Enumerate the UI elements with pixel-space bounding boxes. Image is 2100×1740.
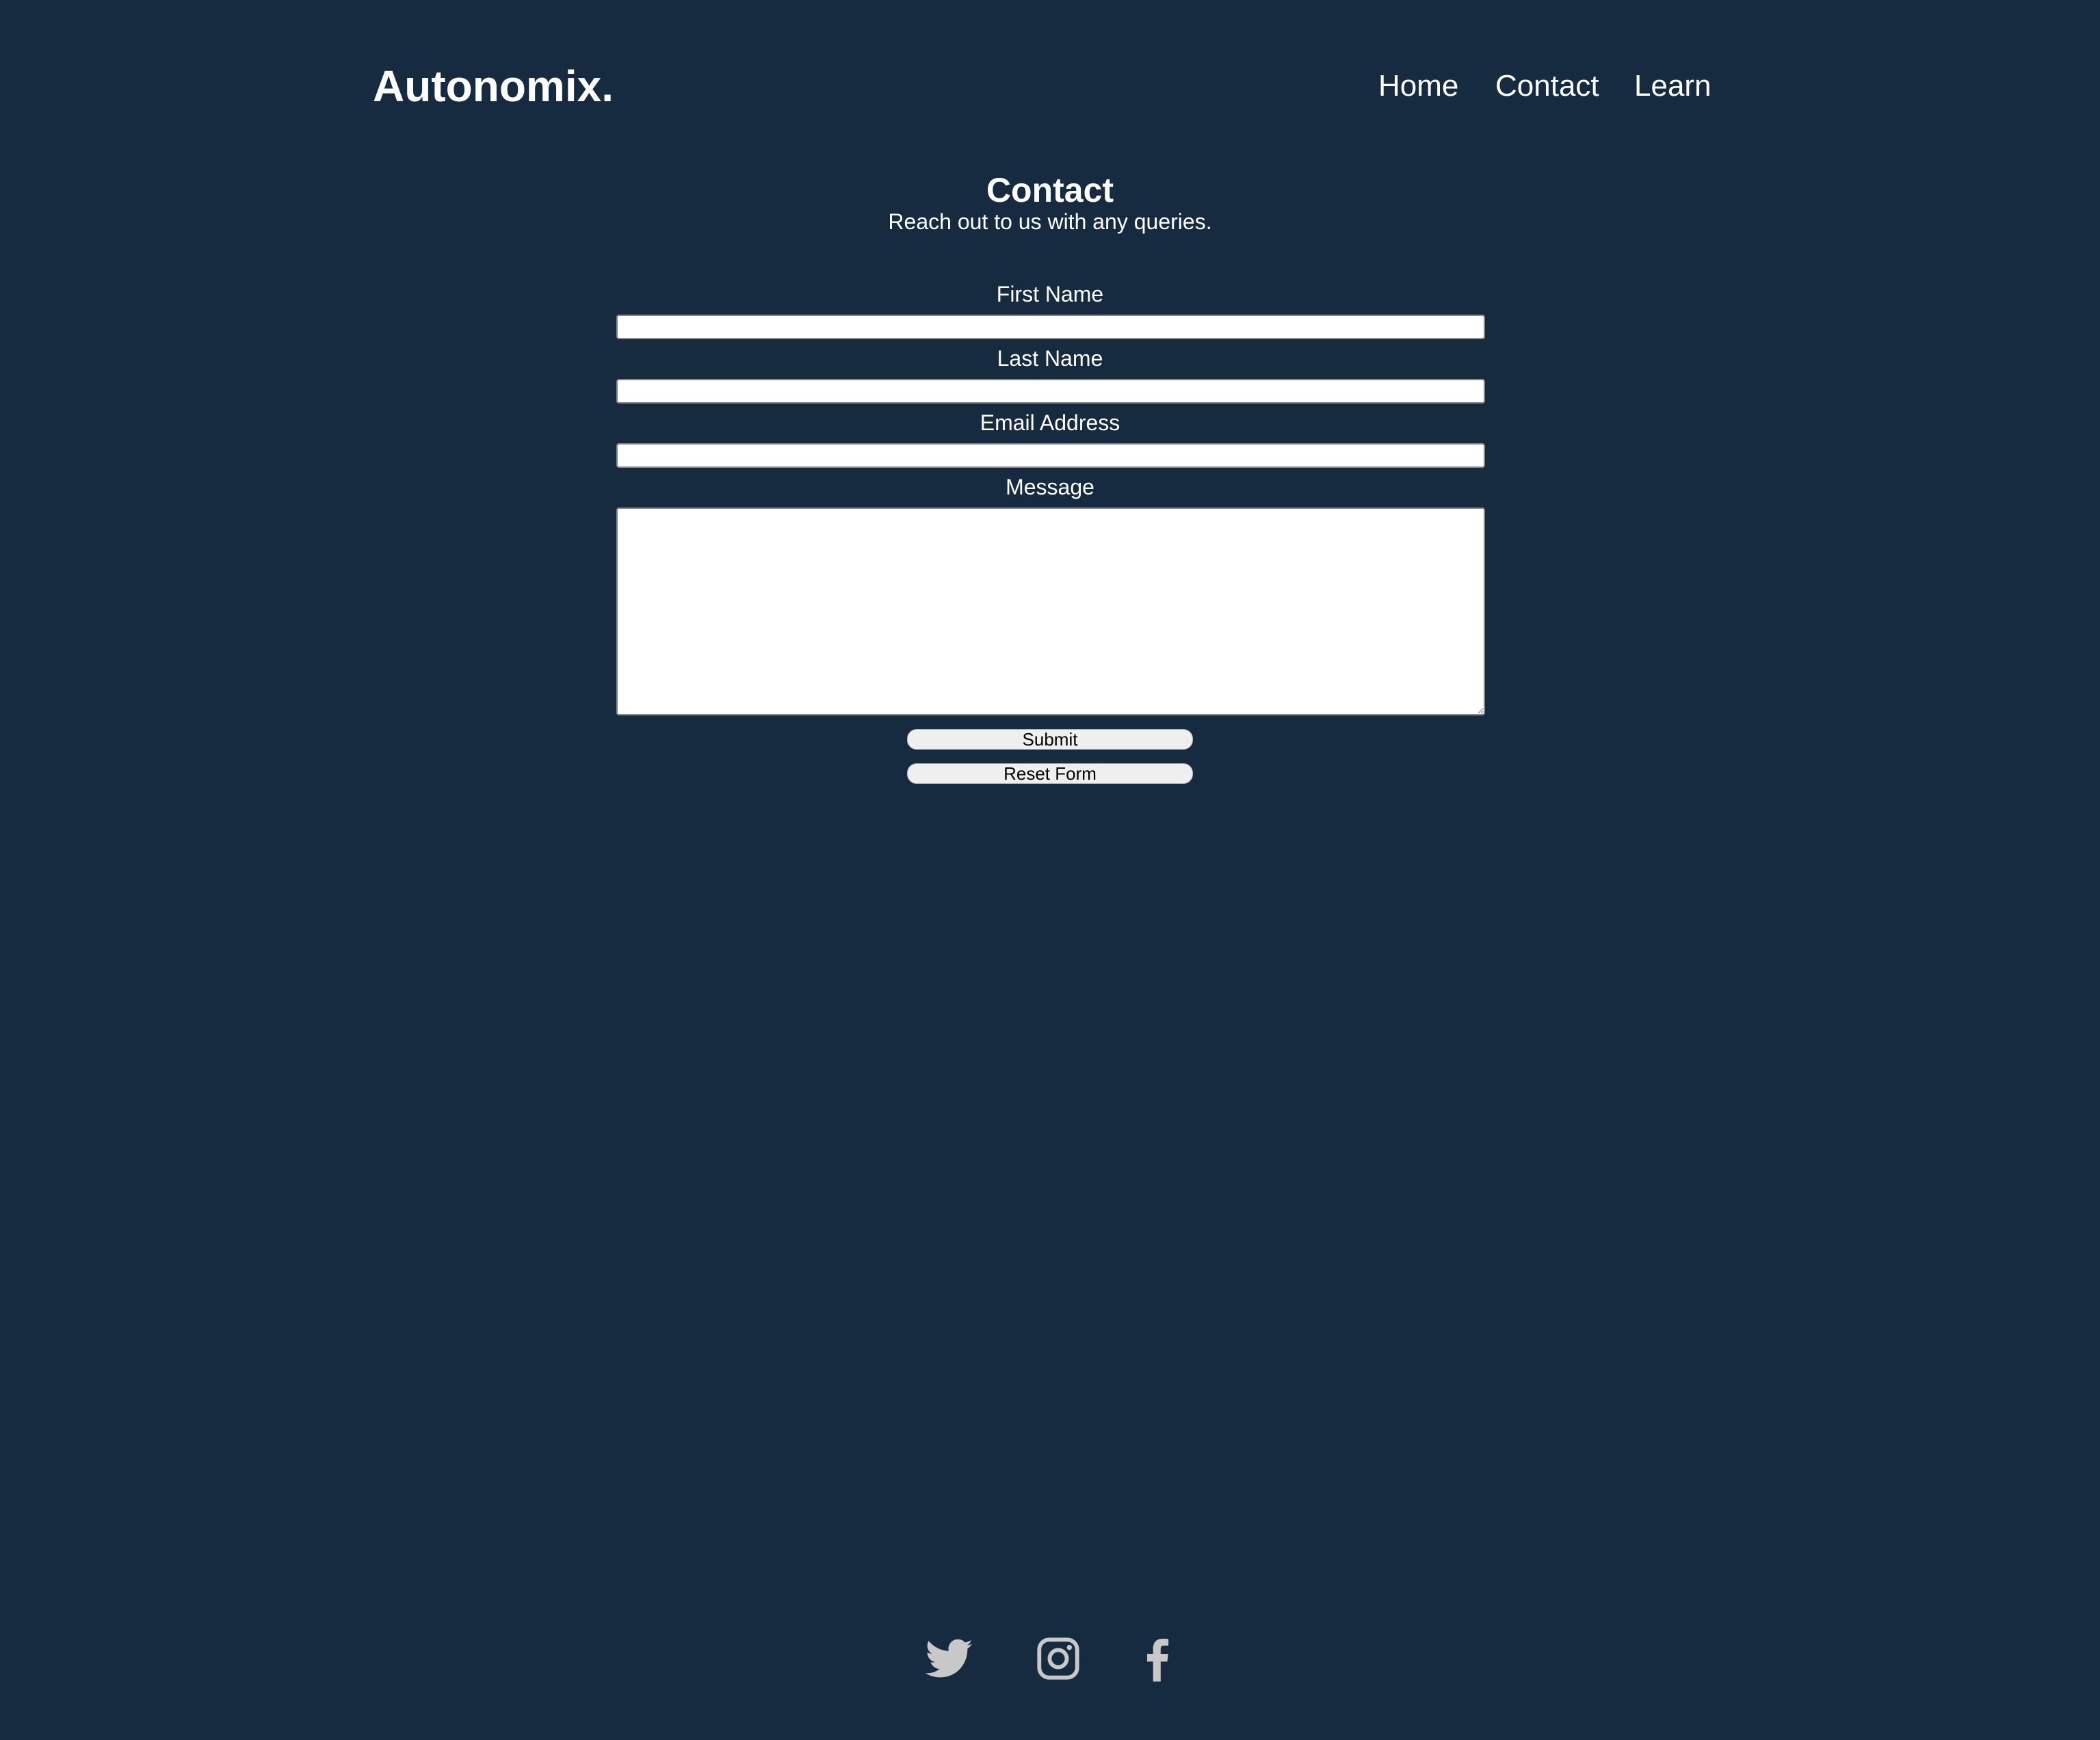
last-name-input[interactable]: [616, 379, 1485, 404]
nav-link-contact[interactable]: Contact: [1495, 66, 1599, 107]
instagram-link[interactable]: [1034, 1635, 1082, 1683]
first-name-label: First Name: [996, 282, 1104, 306]
page-title: Contact: [986, 171, 1114, 209]
social-links: [0, 1635, 2100, 1683]
message-label: Message: [1006, 475, 1094, 499]
instagram-icon: [1037, 1637, 1079, 1680]
site-header: Autonomix. Home Contact Learn: [0, 0, 2100, 178]
first-name-input[interactable]: [616, 315, 1485, 339]
last-name-label: Last Name: [997, 346, 1103, 371]
main-nav: Home Contact Learn: [0, 66, 2100, 107]
message-textarea[interactable]: [616, 508, 1485, 715]
nav-link-learn[interactable]: Learn: [1634, 66, 1711, 107]
facebook-icon: [1146, 1638, 1169, 1682]
email-address-input[interactable]: [616, 443, 1485, 468]
email-address-label: Email Address: [980, 410, 1120, 435]
reset-form-button[interactable]: Reset Form: [907, 763, 1193, 784]
facebook-link[interactable]: [1134, 1635, 1182, 1683]
twitter-link[interactable]: [926, 1635, 973, 1683]
submit-button[interactable]: Submit: [907, 729, 1193, 750]
nav-link-home[interactable]: Home: [1378, 66, 1458, 107]
page-subtitle: Reach out to us with any queries.: [888, 209, 1212, 234]
twitter-icon: [926, 1639, 973, 1678]
